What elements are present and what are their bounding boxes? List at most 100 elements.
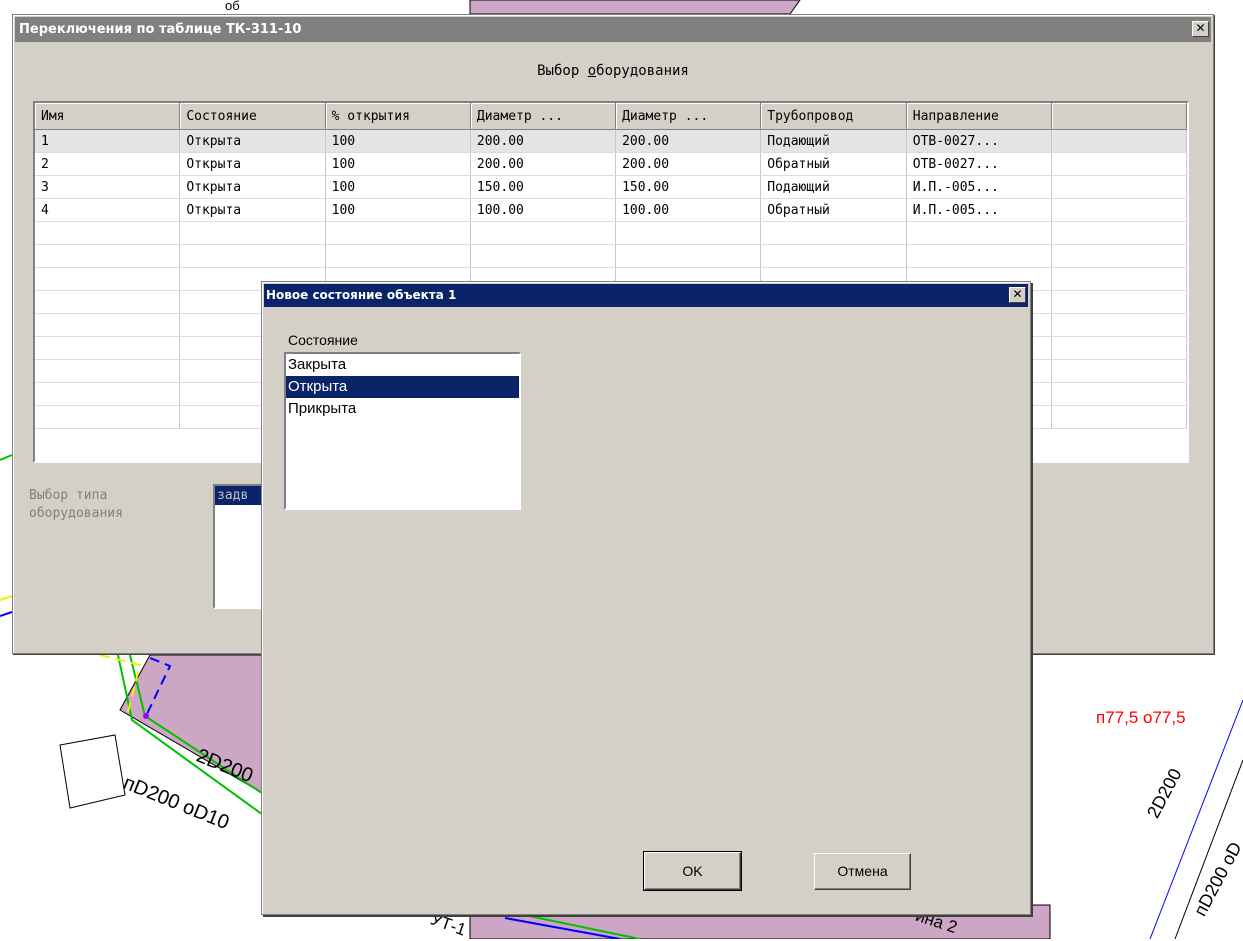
column-header-direction[interactable]: Направление bbox=[906, 103, 1053, 130]
table-cell bbox=[325, 221, 471, 245]
table-cell: ОТВ-0027... bbox=[906, 152, 1053, 176]
map-pipe bbox=[0, 611, 13, 617]
table-cell: Подающий bbox=[760, 129, 907, 153]
table-cell: 100.00 bbox=[470, 198, 617, 222]
column-header-diameter-1[interactable]: Диаметр ... bbox=[470, 103, 617, 130]
table-cell: 2 bbox=[35, 152, 181, 176]
table-cell bbox=[1051, 313, 1187, 337]
table-cell bbox=[1051, 336, 1187, 360]
column-header-state[interactable]: Состояние bbox=[179, 103, 326, 130]
table-cell bbox=[1051, 267, 1187, 291]
table-cell bbox=[35, 405, 181, 429]
table-cell bbox=[1051, 359, 1187, 383]
table-cell: 100 bbox=[325, 129, 471, 153]
table-cell: И.П.-005... bbox=[906, 175, 1053, 199]
table-cell: 100 bbox=[325, 198, 471, 222]
table-cell bbox=[906, 221, 1053, 245]
table-cell bbox=[470, 244, 617, 268]
table-cell: Открыта bbox=[179, 129, 326, 153]
close-icon: ✕ bbox=[1195, 21, 1206, 35]
map-node bbox=[143, 713, 149, 719]
table-cell: 100 bbox=[325, 152, 471, 176]
table-cell bbox=[615, 221, 762, 245]
state-caption: Состояние bbox=[288, 332, 358, 348]
state-option-closed[interactable]: Закрыта bbox=[286, 354, 519, 376]
table-cell: 1 bbox=[35, 129, 181, 153]
main-close-button[interactable]: ✕ bbox=[1192, 21, 1209, 37]
table-row-empty[interactable] bbox=[35, 244, 1187, 268]
map-label: об bbox=[225, 0, 240, 13]
table-cell bbox=[1051, 405, 1187, 429]
state-listbox[interactable]: Закрыта Открыта Прикрыта bbox=[284, 352, 521, 510]
main-window-titlebar[interactable]: Переключения по таблице ТК-311-10 ✕ bbox=[15, 17, 1211, 42]
table-cell bbox=[1051, 382, 1187, 406]
table-cell bbox=[1051, 221, 1187, 245]
map-building bbox=[469, 0, 801, 15]
map-pipe bbox=[0, 595, 13, 601]
state-option-partly-closed[interactable]: Прикрыта bbox=[286, 398, 519, 420]
table-header-row: Имя Состояние % открытия Диаметр ... Диа… bbox=[35, 103, 1187, 130]
table-cell bbox=[615, 244, 762, 268]
table-cell bbox=[1051, 244, 1187, 268]
table-cell bbox=[35, 267, 181, 291]
table-cell bbox=[760, 221, 907, 245]
table-cell bbox=[179, 244, 326, 268]
table-cell bbox=[760, 244, 907, 268]
ok-button[interactable]: OK bbox=[643, 851, 742, 891]
table-cell bbox=[1051, 129, 1187, 153]
table-cell: 3 bbox=[35, 175, 181, 199]
table-cell: 200.00 bbox=[615, 129, 762, 153]
table-cell: 150.00 bbox=[470, 175, 617, 199]
table-cell: Обратный bbox=[760, 198, 907, 222]
map-pipe bbox=[0, 454, 13, 461]
table-cell bbox=[1051, 152, 1187, 176]
table-cell bbox=[470, 221, 617, 245]
table-cell: Открыта bbox=[179, 175, 326, 199]
table-cell bbox=[35, 221, 181, 245]
table-row[interactable]: 1 Открыта 100 200.00 200.00 Подающий ОТВ-0027.… bbox=[35, 129, 1187, 153]
table-cell: Открыта bbox=[179, 152, 326, 176]
column-header-filler bbox=[1051, 103, 1187, 130]
close-icon: ✕ bbox=[1012, 287, 1023, 301]
column-header-open-percent[interactable]: % открытия bbox=[325, 103, 471, 130]
table-cell: Обратный bbox=[760, 152, 907, 176]
table-cell: 200.00 bbox=[470, 152, 617, 176]
table-cell: 100.00 bbox=[615, 198, 762, 222]
main-window-title: Переключения по таблице ТК-311-10 bbox=[19, 22, 302, 37]
column-header-diameter-2[interactable]: Диаметр ... bbox=[615, 103, 762, 130]
column-header-pipeline[interactable]: Трубопровод bbox=[760, 103, 907, 130]
table-cell bbox=[906, 244, 1053, 268]
new-state-dialog: Новое состояние объекта 1 ✕ Состояние За… bbox=[261, 281, 1031, 915]
table-row[interactable]: 3 Открыта 100 150.00 150.00 Подающий И.П.-005.… bbox=[35, 175, 1187, 199]
table-cell bbox=[1051, 175, 1187, 199]
equipment-type-label: Выбор типа оборудования bbox=[29, 488, 123, 521]
map-chamber bbox=[59, 734, 126, 809]
table-cell: ОТВ-0027... bbox=[906, 129, 1053, 153]
table-row[interactable]: 2 Открыта 100 200.00 200.00 Обратный ОТВ-0027.… bbox=[35, 152, 1187, 176]
table-row-empty[interactable] bbox=[35, 221, 1187, 245]
table-cell: 200.00 bbox=[615, 152, 762, 176]
table-cell bbox=[1051, 290, 1187, 314]
column-header-name[interactable]: Имя bbox=[35, 103, 181, 130]
cancel-button[interactable]: Отмена bbox=[814, 853, 911, 890]
state-option-open[interactable]: Открыта bbox=[286, 376, 519, 398]
table-cell bbox=[179, 221, 326, 245]
ok-button-label: OK bbox=[682, 863, 703, 879]
dialog-title: Новое состояние объекта 1 bbox=[266, 288, 457, 302]
map-label: п77,5 о77,5 bbox=[1096, 708, 1186, 727]
table-cell bbox=[35, 313, 181, 337]
table-row[interactable]: 4 Открыта 100 100.00 100.00 Обратный И.П.-005.… bbox=[35, 198, 1187, 222]
table-cell: 100 bbox=[325, 175, 471, 199]
table-cell: Подающий bbox=[760, 175, 907, 199]
dialog-titlebar[interactable]: Новое состояние объекта 1 ✕ bbox=[264, 284, 1028, 307]
table-cell bbox=[1051, 198, 1187, 222]
cancel-button-label: Отмена bbox=[837, 863, 888, 879]
table-cell: И.П.-005... bbox=[906, 198, 1053, 222]
dialog-close-button[interactable]: ✕ bbox=[1009, 287, 1026, 303]
table-cell: 150.00 bbox=[615, 175, 762, 199]
table-cell bbox=[35, 382, 181, 406]
table-cell bbox=[35, 244, 181, 268]
table-cell: 200.00 bbox=[470, 129, 617, 153]
table-cell bbox=[35, 336, 181, 360]
table-cell bbox=[35, 359, 181, 383]
